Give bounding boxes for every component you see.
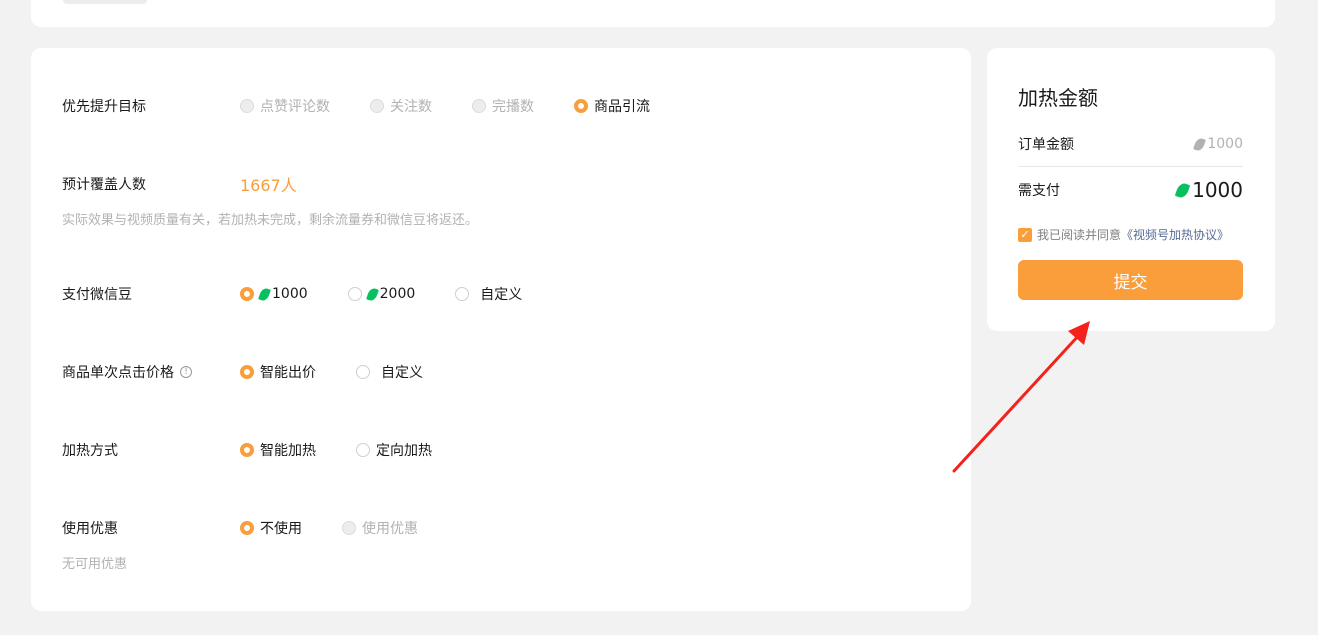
bean-icon: [258, 286, 271, 302]
radio-checked-icon: [240, 287, 254, 301]
agreement-row[interactable]: ✓ 我已阅读并同意 《视频号加热协议》: [1018, 226, 1229, 243]
discount-option-none[interactable]: 不使用: [240, 518, 302, 538]
option-label: 商品引流: [594, 99, 650, 115]
discount-options: 不使用 使用优惠: [240, 518, 418, 538]
radio-icon: [370, 99, 384, 113]
agreement-link[interactable]: 《视频号加热协议》: [1121, 226, 1229, 243]
option-label: 1000: [272, 286, 308, 302]
goal-option-follows: 关注数: [370, 96, 432, 116]
info-icon[interactable]: !: [180, 366, 192, 378]
option-label: 智能出价: [260, 365, 316, 381]
pay-value: 1000: [1192, 178, 1243, 202]
option-label: 定向加热: [376, 443, 432, 459]
goal-label: 优先提升目标: [62, 99, 146, 115]
radio-icon: [347, 287, 362, 301]
bean-icon: [1174, 181, 1191, 199]
pay-row: 需支付 1000: [1018, 178, 1243, 202]
click-price-label-wrap: 商品单次点击价格 !: [62, 362, 192, 382]
option-label: 使用优惠: [362, 521, 418, 537]
option-label: 完播数: [492, 99, 534, 115]
heat-mode-option-targeted[interactable]: 定向加热: [356, 440, 432, 460]
coverage-label: 预计覆盖人数: [62, 177, 146, 193]
radio-icon: [356, 443, 370, 457]
pay-value-wrap: 1000: [1174, 178, 1243, 202]
goal-option-completions: 完播数: [472, 96, 534, 116]
option-label: 自定义: [381, 365, 423, 381]
radio-icon: [356, 365, 370, 379]
click-price-option-smart[interactable]: 智能出价: [240, 362, 316, 382]
option-label: 自定义: [480, 287, 523, 303]
pay-beans-label: 支付微信豆: [62, 287, 132, 303]
pay-option-custom[interactable]: 自定义: [455, 284, 522, 304]
option-label: 不使用: [260, 521, 302, 537]
pay-option-2000[interactable]: 2000: [347, 286, 416, 302]
order-amount-label: 订单金额: [1018, 137, 1074, 153]
discount-note: 无可用优惠: [62, 557, 128, 572]
radio-checked-icon: [240, 365, 254, 379]
annotation-arrow-icon: [952, 321, 1090, 473]
radio-checked-icon: [240, 521, 254, 535]
summary-divider: [1018, 166, 1243, 167]
top-chip: [63, 0, 147, 4]
option-label: 2000: [379, 286, 416, 302]
goal-options: 点赞评论数 关注数 完播数 商品引流: [240, 96, 650, 116]
bean-icon: [365, 286, 379, 302]
pay-beans-options: 1000 2000 自定义: [240, 284, 522, 304]
order-amount-value-wrap: 1000: [1193, 136, 1243, 152]
option-label: 智能加热: [260, 443, 316, 459]
radio-icon: [472, 99, 486, 113]
click-price-options: 智能出价 自定义: [240, 362, 423, 382]
option-label: 关注数: [390, 99, 432, 115]
agreement-prefix: 我已阅读并同意: [1037, 228, 1122, 242]
checkbox-checked-icon[interactable]: ✓: [1018, 227, 1032, 242]
radio-checked-icon: [240, 443, 254, 457]
pay-option-1000[interactable]: 1000: [240, 286, 308, 302]
top-card: [31, 0, 1275, 27]
coverage-note: 实际效果与视频质量有关，若加热未完成，剩余流量券和微信豆将返还。: [62, 213, 479, 228]
pay-label: 需支付: [1018, 183, 1060, 199]
order-amount-row: 订单金额 1000: [1018, 134, 1243, 154]
coverage-value: 1667人: [240, 176, 297, 195]
submit-button[interactable]: 提交: [1018, 260, 1243, 300]
discount-option-use: 使用优惠: [342, 518, 418, 538]
radio-checked-icon: [574, 99, 588, 113]
radio-icon: [240, 99, 254, 113]
discount-label: 使用优惠: [62, 521, 118, 537]
summary-title: 加热金额: [1018, 86, 1098, 110]
radio-icon: [455, 287, 470, 301]
radio-icon: [342, 521, 356, 535]
bean-icon: [1193, 136, 1207, 152]
heat-mode-option-smart[interactable]: 智能加热: [240, 440, 316, 460]
option-label: 点赞评论数: [260, 99, 330, 115]
order-amount-value: 1000: [1207, 136, 1243, 152]
goal-option-product-traffic[interactable]: 商品引流: [574, 96, 650, 116]
click-price-option-custom[interactable]: 自定义: [356, 362, 423, 382]
goal-option-likes-comments: 点赞评论数: [240, 96, 330, 116]
click-price-label: 商品单次点击价格: [62, 365, 174, 381]
summary-card: 加热金额 订单金额 1000 需支付 1000 ✓ 我已阅读并同意 《视频号加热…: [987, 48, 1275, 331]
boost-form-card: 优先提升目标 点赞评论数 关注数 完播数 商品引流 预计覆盖人数 1667人 实…: [31, 48, 971, 611]
heat-mode-options: 智能加热 定向加热: [240, 440, 432, 460]
coverage-value-wrap: 1667人: [240, 172, 297, 196]
heat-mode-label: 加热方式: [62, 443, 118, 459]
